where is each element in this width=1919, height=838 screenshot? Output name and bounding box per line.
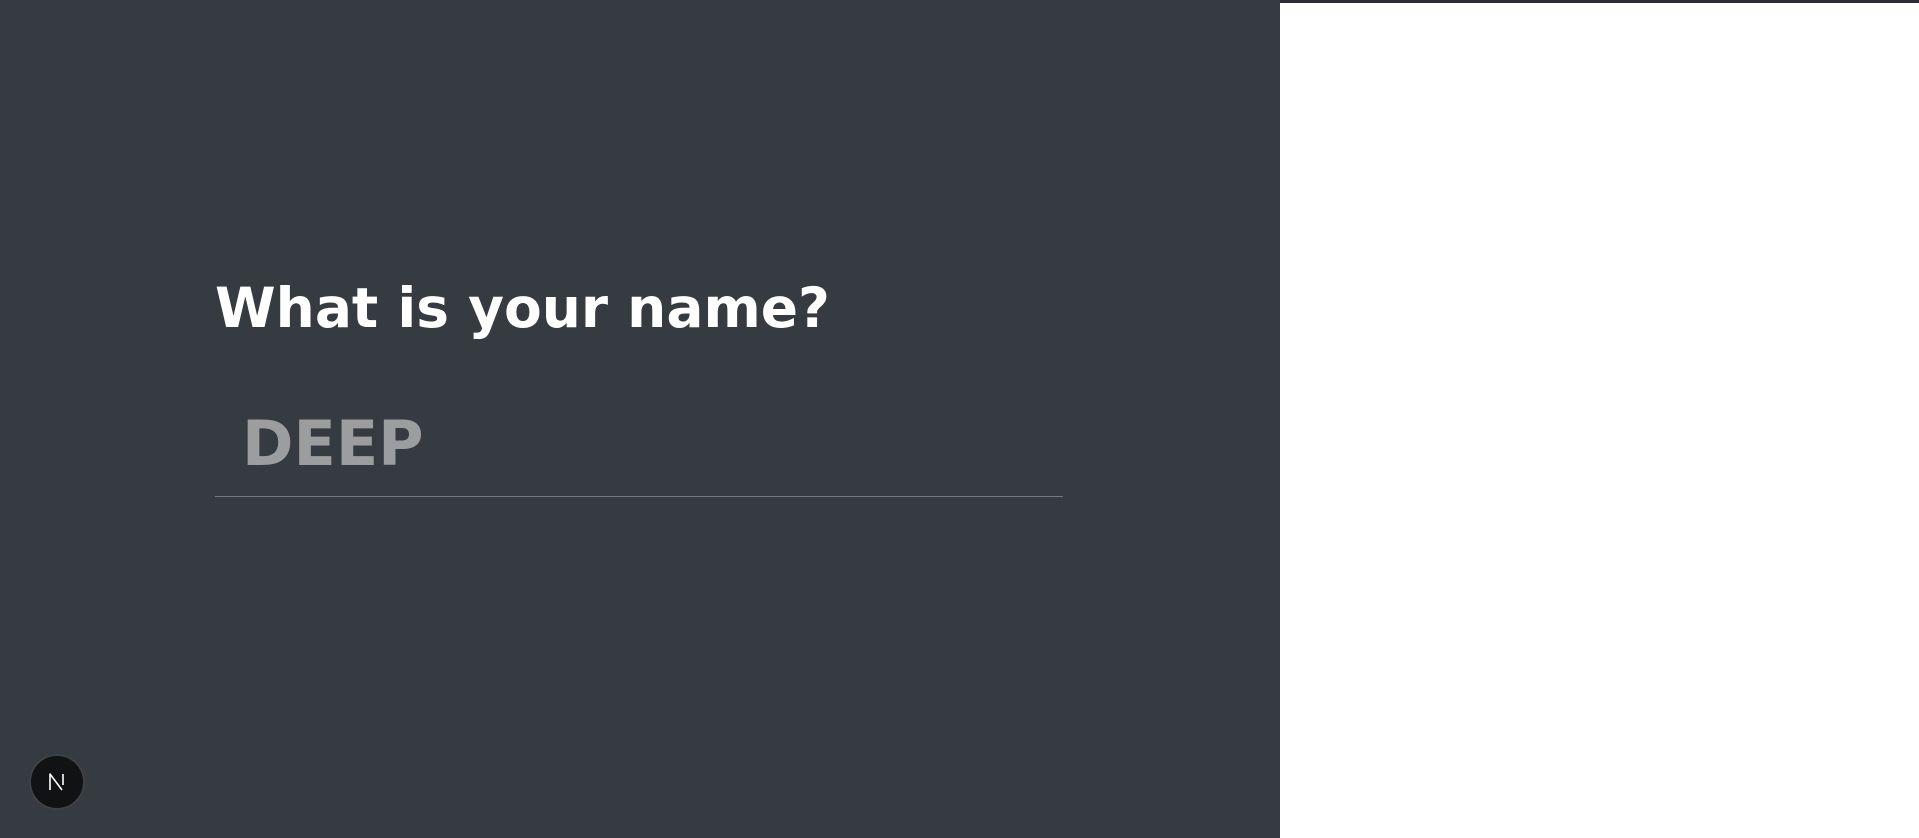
n-logo-icon [49, 773, 64, 791]
question-heading: What is your name? [215, 276, 830, 340]
name-input[interactable] [215, 390, 1063, 497]
nextjs-badge-button[interactable] [29, 754, 85, 810]
preview-panel [1280, 3, 1919, 838]
question-panel: What is your name? [0, 0, 1280, 838]
